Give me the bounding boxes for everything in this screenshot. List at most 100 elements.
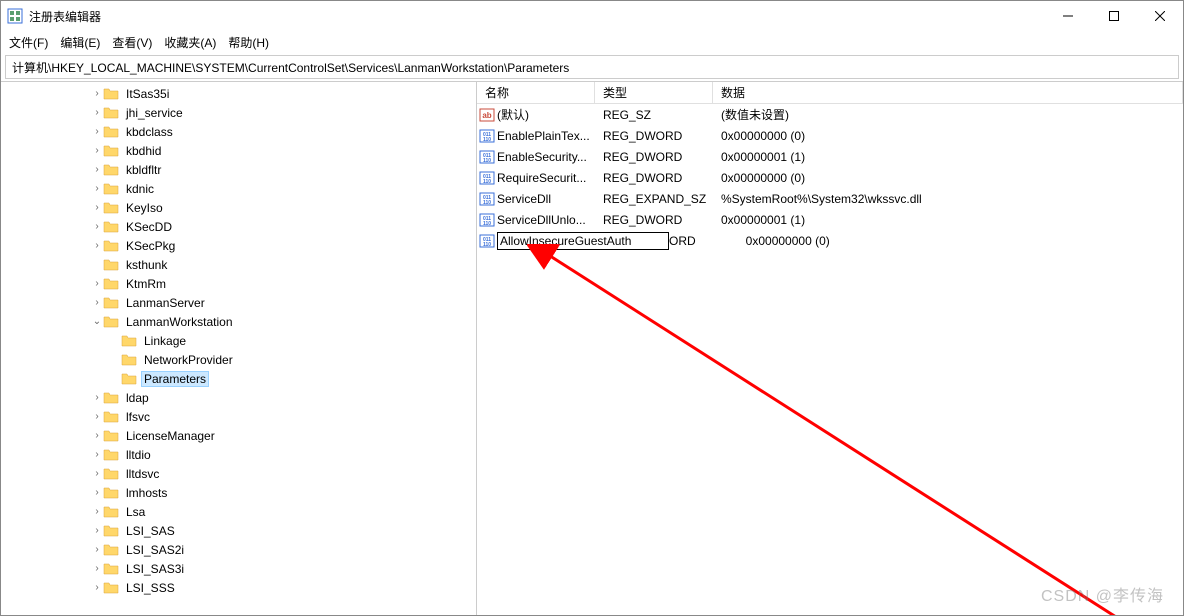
tree-item[interactable]: ›KeyIso (1, 198, 476, 217)
expander-icon[interactable]: › (91, 183, 103, 194)
tree-item[interactable]: › kbdhid (1, 141, 476, 160)
expander-icon[interactable]: › (91, 525, 103, 536)
value-row[interactable]: 011110EnableSecurity...REG_DWORD0x000000… (477, 146, 1183, 167)
tree-item[interactable]: ›jhi_service (1, 103, 476, 122)
value-row[interactable]: ab(默认)REG_SZ(数值未设置) (477, 104, 1183, 125)
tree-item[interactable]: › KSecPkg (1, 236, 476, 255)
expander-icon[interactable]: › (91, 487, 103, 498)
expander-icon[interactable]: › (91, 297, 103, 308)
tree-item[interactable]: › LSI_SAS2i (1, 540, 476, 559)
tree-item[interactable]: ›Lsa (1, 502, 476, 521)
value-icon: 011110 (477, 191, 497, 207)
tree-item[interactable]: › LanmanServer (1, 293, 476, 312)
value-icon: 011110 (477, 212, 497, 228)
expander-icon[interactable]: › (91, 107, 103, 118)
close-button[interactable] (1137, 1, 1183, 31)
tree-item-label: ItSas35i (123, 86, 172, 102)
expander-icon[interactable]: › (91, 202, 103, 213)
column-data[interactable]: 数据 (713, 82, 1183, 103)
tree-item[interactable]: ›lmhosts (1, 483, 476, 502)
value-type: REG_DWORD (595, 213, 713, 227)
tree-item[interactable]: › ldap (1, 388, 476, 407)
expander-icon[interactable]: › (91, 126, 103, 137)
tree-panel[interactable]: ›ItSas35i›jhi_service›kbdclass›kbdhid›kb… (1, 82, 477, 615)
column-header: 名称 类型 数据 (477, 82, 1183, 104)
tree-item-label: LanmanServer (123, 295, 208, 311)
expander-icon[interactable]: › (91, 221, 103, 232)
expander-icon[interactable]: › (91, 582, 103, 593)
expander-icon[interactable]: › (91, 145, 103, 156)
menu-help[interactable]: 帮助(H) (228, 34, 269, 51)
tree-item-label: KtmRm (123, 276, 169, 292)
maximize-button[interactable] (1091, 1, 1137, 31)
menu-view[interactable]: 查看(V) (112, 34, 152, 51)
expander-icon[interactable]: ⌄ (91, 316, 103, 327)
tree-item-label: LSI_SSS (123, 580, 178, 596)
menubar: 文件(F) 编辑(E) 查看(V) 收藏夹(A) 帮助(H) (1, 31, 1183, 53)
minimize-button[interactable] (1045, 1, 1091, 31)
expander-icon[interactable]: › (91, 88, 103, 99)
tree-item-label: ksthunk (123, 257, 170, 273)
value-name: EnablePlainTex... (497, 129, 595, 143)
tree-item-label: Linkage (141, 333, 189, 349)
address-bar[interactable]: 计算机\HKEY_LOCAL_MACHINE\SYSTEM\CurrentCon… (5, 55, 1179, 79)
annotation-arrow (527, 244, 1147, 615)
tree-item[interactable]: Parameters (1, 369, 476, 388)
tree-item-label: LanmanWorkstation (123, 314, 236, 330)
menu-edit[interactable]: 编辑(E) (60, 34, 100, 51)
tree-item-label: KSecPkg (123, 238, 178, 254)
tree-item[interactable]: ksthunk (1, 255, 476, 274)
menu-file[interactable]: 文件(F) (9, 34, 48, 51)
window-title: 注册表编辑器 (29, 8, 1045, 25)
expander-icon[interactable]: › (91, 411, 103, 422)
value-row[interactable]: 011110RequireSecurit...REG_DWORD0x000000… (477, 167, 1183, 188)
expander-icon[interactable]: › (91, 506, 103, 517)
column-name[interactable]: 名称 (477, 82, 595, 103)
tree-item[interactable]: ›LSI_SAS (1, 521, 476, 540)
tree-item[interactable]: › lltdio (1, 445, 476, 464)
menu-favorites[interactable]: 收藏夹(A) (164, 34, 216, 51)
tree-item[interactable]: › ItSas35i (1, 84, 476, 103)
value-data: 0x00000000 (0) (696, 234, 1183, 248)
svg-text:110: 110 (483, 158, 491, 164)
tree-item[interactable]: › KtmRm (1, 274, 476, 293)
values-list[interactable]: ab(默认)REG_SZ(数值未设置)011110EnablePlainTex.… (477, 104, 1183, 615)
tree-item-label: lltdio (123, 447, 154, 463)
tree-item[interactable]: ›LSI_SAS3i (1, 559, 476, 578)
tree-item[interactable]: ›kbldfltr (1, 160, 476, 179)
expander-icon[interactable]: › (91, 278, 103, 289)
value-row[interactable]: 011110EnablePlainTex...REG_DWORD0x000000… (477, 125, 1183, 146)
tree-item[interactable]: › kdnic (1, 179, 476, 198)
content-area: ›ItSas35i›jhi_service›kbdclass›kbdhid›kb… (1, 81, 1183, 615)
tree-item-label: kdnic (123, 181, 157, 197)
tree-item-label: LSI_SAS2i (123, 542, 187, 558)
value-row[interactable]: 011110ServiceDllUnlo...REG_DWORD0x000000… (477, 209, 1183, 230)
expander-icon[interactable]: › (91, 392, 103, 403)
tree-item[interactable]: ›LicenseManager (1, 426, 476, 445)
tree-item-label: ldap (123, 390, 152, 406)
column-type[interactable]: 类型 (595, 82, 713, 103)
value-icon: 011110 (477, 128, 497, 144)
expander-icon[interactable]: › (91, 468, 103, 479)
expander-icon[interactable]: › (91, 164, 103, 175)
value-name-input[interactable] (497, 232, 669, 250)
tree-item[interactable]: › LSI_SSS (1, 578, 476, 597)
registry-editor-window: 注册表编辑器 文件(F) 编辑(E) 查看(V) 收藏夹(A) 帮助(H) 计算… (0, 0, 1184, 616)
tree-item[interactable]: NetworkProvider (1, 350, 476, 369)
tree-item[interactable]: ⌄ LanmanWorkstation (1, 312, 476, 331)
tree-item[interactable]: Linkage (1, 331, 476, 350)
value-row[interactable]: 011110ServiceDllREG_EXPAND_SZ%SystemRoot… (477, 188, 1183, 209)
value-icon: ab (477, 107, 497, 123)
value-data: 0x00000000 (0) (713, 129, 1183, 143)
tree-item-label: kbdhid (123, 143, 164, 159)
tree-item[interactable]: ›KSecDD (1, 217, 476, 236)
expander-icon[interactable]: › (91, 544, 103, 555)
expander-icon[interactable]: › (91, 449, 103, 460)
expander-icon[interactable]: › (91, 563, 103, 574)
tree-item[interactable]: ›kbdclass (1, 122, 476, 141)
expander-icon[interactable]: › (91, 430, 103, 441)
expander-icon[interactable]: › (91, 240, 103, 251)
value-row[interactable]: 011110ORD0x00000000 (0) (477, 230, 1183, 251)
tree-item[interactable]: ›lfsvc (1, 407, 476, 426)
tree-item[interactable]: ›lltdsvc (1, 464, 476, 483)
